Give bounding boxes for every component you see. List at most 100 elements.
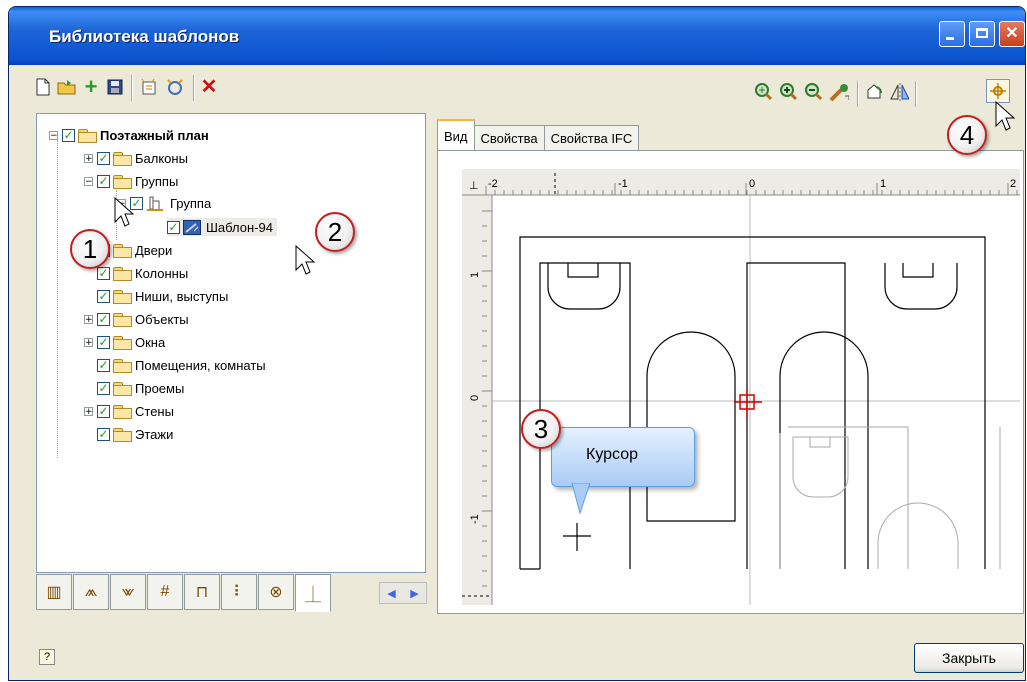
tab-stairs-icon[interactable]: ⩖ xyxy=(110,574,146,610)
open-folder-icon[interactable] xyxy=(57,77,77,97)
rotate-icon[interactable] xyxy=(864,82,884,102)
folder-icon xyxy=(113,335,132,350)
zoom-in-icon[interactable] xyxy=(779,82,799,102)
checkbox[interactable]: ✓ xyxy=(97,335,110,349)
add-icon[interactable]: + xyxy=(81,76,101,98)
checkbox[interactable]: ✓ xyxy=(97,266,110,280)
tooltip-text: Курсор xyxy=(586,446,639,463)
tree-item-openings[interactable]: ✓ Проемы xyxy=(97,379,184,397)
expand-icon[interactable]: + xyxy=(84,153,93,163)
template-icon xyxy=(183,219,201,235)
folder-icon xyxy=(113,174,132,189)
tab-points-icon[interactable]: ⠇ xyxy=(221,574,257,610)
checkbox[interactable]: ✓ xyxy=(97,151,110,165)
toolbar-separator xyxy=(193,75,194,101)
tree-item-floor-plan[interactable]: − ✓ Поэтажный план xyxy=(49,126,209,144)
tree-item-niches[interactable]: ✓ Ниши, выступы xyxy=(97,287,228,305)
checkbox[interactable]: ✓ xyxy=(97,381,110,395)
maximize-icon xyxy=(970,22,994,46)
tree-item-groups[interactable]: − ✓ Группы xyxy=(84,172,178,190)
minimize-button[interactable] xyxy=(939,21,965,47)
folder-icon xyxy=(113,358,132,373)
checkbox[interactable]: ✓ xyxy=(97,427,110,441)
help-icon[interactable]: ? xyxy=(39,649,55,665)
expand-icon[interactable]: + xyxy=(84,314,93,324)
toolbar-separator xyxy=(857,81,858,107)
new-file-icon[interactable] xyxy=(33,77,53,97)
ruler-tick-label: -2 xyxy=(488,178,498,190)
save-icon[interactable] xyxy=(105,77,125,97)
callout-1: 1 xyxy=(70,229,110,269)
collapse-icon[interactable]: − xyxy=(84,176,93,186)
checkbox[interactable]: ✓ xyxy=(62,128,75,142)
expand-icon[interactable]: + xyxy=(84,406,93,416)
checkbox[interactable]: ✓ xyxy=(97,289,110,303)
tab-roof-icon[interactable]: ⩕ xyxy=(73,574,109,610)
tab-properties[interactable]: Свойства xyxy=(473,125,545,151)
expand-icon[interactable]: + xyxy=(84,337,93,347)
title-bar[interactable]: Библиотека шаблонов ✕ xyxy=(9,7,1025,65)
preview-canvas[interactable]: ⊥ -2 -1 0 1 2 1 0 -1 xyxy=(438,151,1023,613)
folder-icon xyxy=(78,128,97,143)
tab-grid-icon[interactable]: # xyxy=(147,574,183,610)
tab-scroll-arrows[interactable]: ◀ ▶ xyxy=(379,582,427,604)
close-window-button[interactable]: ✕ xyxy=(999,21,1025,47)
tree-item-windows[interactable]: + ✓ Окна xyxy=(84,333,165,351)
folder-icon xyxy=(113,381,132,396)
tab-cancel-icon[interactable]: ⊗ xyxy=(258,574,294,610)
tree-item-label: Шаблон-94 xyxy=(206,219,273,235)
tree-item-rooms[interactable]: ✓ Помещения, комнаты xyxy=(97,356,266,374)
toolbar-separator xyxy=(131,75,132,101)
checkbox[interactable]: ✓ xyxy=(167,220,180,234)
mirror-icon[interactable] xyxy=(889,82,909,102)
callout-3: 3 xyxy=(521,409,561,449)
zoom-all-icon[interactable] xyxy=(829,82,849,102)
tree-item-objects[interactable]: + ✓ Объекты xyxy=(84,310,189,328)
tree-item-balconies[interactable]: + ✓ Балконы xyxy=(84,149,188,167)
mouse-pointer-icon xyxy=(114,197,135,227)
ruler-tick-label: 0 xyxy=(469,395,481,401)
tree-item-label: Двери xyxy=(135,242,173,258)
folder-icon xyxy=(113,427,132,442)
category-tabs: ▥ ⩕ ⩖ # ⊓ ⠇ ⊗ ⏊ xyxy=(36,574,332,612)
checkbox[interactable]: ✓ xyxy=(97,358,110,372)
library-window: Библиотека шаблонов ✕ + ✕ − ✓ Поэтажный … xyxy=(8,6,1026,681)
zoom-out-icon[interactable] xyxy=(804,82,824,102)
folder-icon xyxy=(113,312,132,327)
tree-item-label: Балконы xyxy=(135,150,188,166)
set-basepoint-icon[interactable] xyxy=(986,79,1010,103)
tree-item-label: Группа xyxy=(170,195,212,211)
preview-panel[interactable]: ⊥ -2 -1 0 1 2 1 0 -1 xyxy=(437,150,1024,614)
arrow-right-icon[interactable]: ▶ xyxy=(410,587,418,600)
window-title: Библиотека шаблонов xyxy=(49,27,240,46)
ruler-tick-label: 1 xyxy=(880,178,886,190)
tree-item-floors[interactable]: ✓ Этажи xyxy=(97,425,173,443)
new-group-icon[interactable] xyxy=(165,77,185,97)
tab-view[interactable]: Вид xyxy=(437,119,475,151)
delete-icon[interactable]: ✕ xyxy=(199,77,219,97)
tree-item-columns[interactable]: ✓ Колонны xyxy=(97,264,188,282)
zoom-window-icon[interactable] xyxy=(754,82,774,102)
tab-buildings-icon[interactable]: ▥ xyxy=(36,574,72,610)
collapse-icon[interactable]: − xyxy=(49,130,58,140)
checkbox[interactable]: ✓ xyxy=(97,312,110,326)
arrow-left-icon[interactable]: ◀ xyxy=(387,587,395,600)
ruler-tick-label: 0 xyxy=(749,178,755,190)
ruler-tick-label: -1 xyxy=(469,514,481,524)
tree-item-label: Проемы xyxy=(135,380,185,396)
close-button[interactable]: Закрыть xyxy=(914,643,1024,673)
checkbox[interactable]: ✓ xyxy=(97,404,110,418)
mouse-pointer-icon xyxy=(995,101,1016,131)
tab-templates-icon[interactable]: ⏊ xyxy=(295,574,331,612)
tab-ifc-properties[interactable]: Свойства IFC xyxy=(543,125,640,151)
tree-item-label: Группы xyxy=(135,173,179,189)
ruler-tick-label: 1 xyxy=(469,272,481,278)
tree-item-template-94[interactable]: ✓ Шаблон-94 xyxy=(167,218,277,236)
checkbox[interactable]: ✓ xyxy=(97,174,110,188)
tab-profile-icon[interactable]: ⊓ xyxy=(184,574,220,610)
tree-item-walls[interactable]: + ✓ Стены xyxy=(84,402,174,420)
new-template-icon[interactable] xyxy=(139,77,159,97)
template-tree[interactable]: − ✓ Поэтажный план + ✓ Балконы − ✓ Групп… xyxy=(36,113,426,573)
maximize-button[interactable] xyxy=(969,21,995,47)
tree-item-label: Поэтажный план xyxy=(100,127,209,143)
